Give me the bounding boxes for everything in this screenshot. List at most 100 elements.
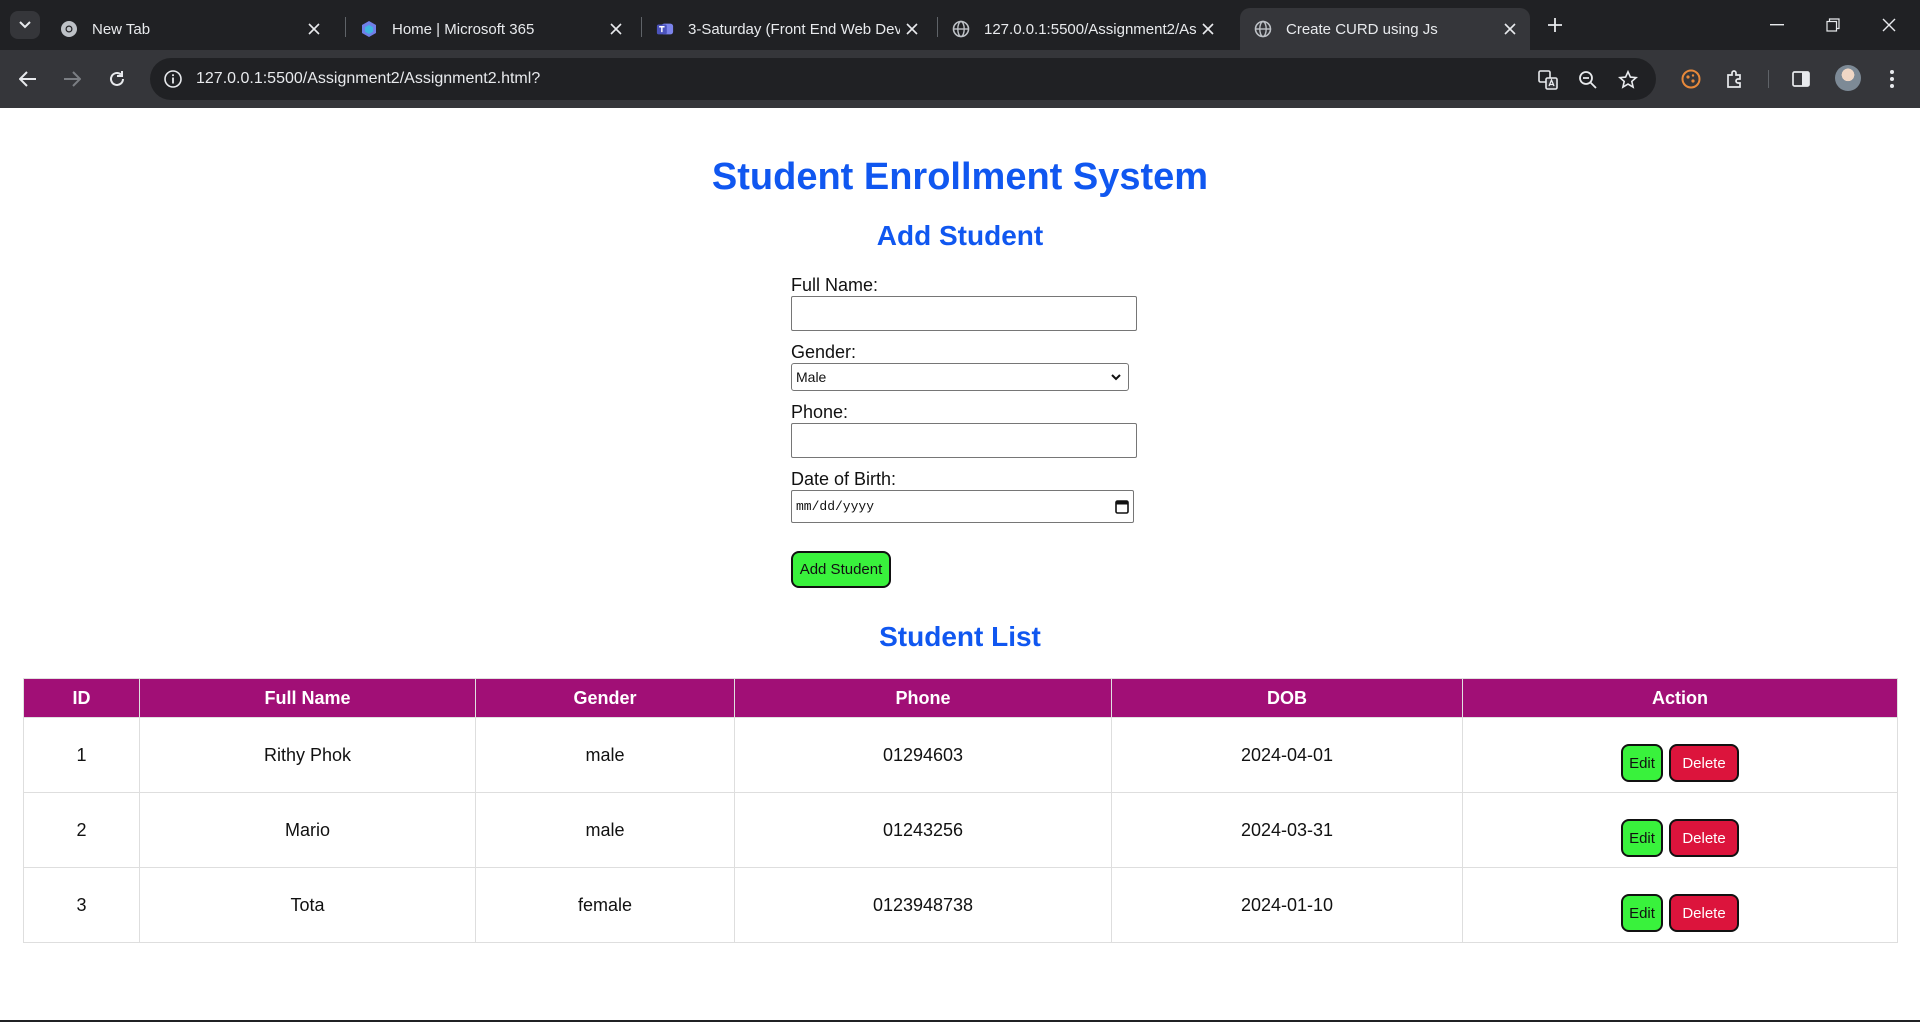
tab-create-curd[interactable]: Create CURD using Js xyxy=(1240,8,1530,50)
column-header-phone: Phone xyxy=(734,678,1112,718)
dob-label: Date of Birth: xyxy=(791,469,897,489)
cell-full-name: Tota xyxy=(139,867,476,943)
globe-icon xyxy=(1254,20,1272,38)
cell-phone: 0123948738 xyxy=(734,867,1112,943)
close-tab-icon[interactable] xyxy=(604,17,628,41)
cell-dob: 2024-04-01 xyxy=(1111,717,1463,793)
cell-full-name: Rithy Phok xyxy=(139,717,476,793)
chevron-down-icon xyxy=(1111,374,1121,381)
edit-button[interactable]: Edit xyxy=(1621,819,1663,857)
minimize-icon xyxy=(1770,24,1784,26)
tab-new-tab[interactable]: New Tab xyxy=(46,8,334,50)
zoom-out-icon[interactable] xyxy=(1576,68,1600,92)
student-table: ID Full Name Gender Phone DOB Action 1 R… xyxy=(23,678,1898,943)
delete-button[interactable]: Delete xyxy=(1669,744,1739,782)
tab-title: 3-Saturday (Front End Web Dev xyxy=(688,20,900,38)
teams-icon xyxy=(656,20,674,38)
forward-button[interactable] xyxy=(56,63,88,95)
table-row: 3 Tota female 0123948738 2024-01-10 Edit… xyxy=(23,867,1898,943)
table-row: 1 Rithy Phok male 01294603 2024-04-01 Ed… xyxy=(23,717,1898,793)
cell-gender: female xyxy=(475,867,735,943)
cell-id: 3 xyxy=(23,867,140,943)
gender-select[interactable]: Male xyxy=(791,363,1129,391)
tab-title: Home | Microsoft 365 xyxy=(392,20,535,38)
tab-title: New Tab xyxy=(92,20,151,38)
dob-placeholder: mm/dd/yyyy xyxy=(796,499,875,514)
phone-label: Phone: xyxy=(791,402,849,422)
address-bar[interactable]: 127.0.0.1:5500/Assignment2/Assignment2.h… xyxy=(150,58,1656,100)
dob-input[interactable]: mm/dd/yyyy xyxy=(791,490,1134,523)
edit-button[interactable]: Edit xyxy=(1621,744,1663,782)
cell-gender: male xyxy=(475,792,735,868)
chevron-down-icon xyxy=(19,21,31,29)
close-tab-icon[interactable] xyxy=(900,17,924,41)
back-button[interactable] xyxy=(12,63,44,95)
close-tab-icon[interactable] xyxy=(1498,17,1522,41)
side-panel-icon[interactable] xyxy=(1787,65,1815,93)
reload-icon xyxy=(110,71,124,86)
globe-icon xyxy=(952,20,970,38)
profile-avatar[interactable] xyxy=(1835,65,1861,91)
close-icon xyxy=(1882,18,1896,32)
restore-button[interactable] xyxy=(1805,0,1861,50)
close-tab-icon[interactable] xyxy=(302,17,326,41)
add-student-button[interactable]: Add Student xyxy=(791,551,891,588)
close-window-button[interactable] xyxy=(1861,0,1917,50)
url-text: 127.0.0.1:5500/Assignment2/Assignment2.h… xyxy=(196,70,541,87)
column-header-full-name: Full Name xyxy=(139,678,476,718)
cell-phone: 01294603 xyxy=(734,717,1112,793)
browser-toolbar: 127.0.0.1:5500/Assignment2/Assignment2.h… xyxy=(0,50,1920,108)
add-student-heading: Add Student xyxy=(876,220,1044,251)
cell-phone: 01243256 xyxy=(734,792,1112,868)
delete-button[interactable]: Delete xyxy=(1669,894,1739,932)
phone-input[interactable] xyxy=(791,423,1137,458)
plus-icon xyxy=(1548,18,1562,32)
cell-id: 2 xyxy=(23,792,140,868)
arrow-left-icon xyxy=(19,71,36,87)
column-header-action: Action xyxy=(1462,678,1898,718)
chrome-icon xyxy=(60,20,78,38)
tab-title: 127.0.0.1:5500/Assignment2/As xyxy=(984,20,1196,38)
full-name-input[interactable] xyxy=(791,296,1137,331)
new-tab-button[interactable] xyxy=(1540,11,1570,39)
cell-dob: 2024-03-31 xyxy=(1111,792,1463,868)
close-tab-icon[interactable] xyxy=(1196,17,1220,41)
site-info-icon[interactable] xyxy=(162,68,184,90)
column-header-id: ID xyxy=(23,678,140,718)
minimize-button[interactable] xyxy=(1749,0,1805,50)
restore-icon xyxy=(1826,18,1840,32)
bookmark-star-icon[interactable] xyxy=(1616,68,1640,92)
tab-teams[interactable]: 3-Saturday (Front End Web Dev xyxy=(642,8,932,50)
tab-strip: New Tab Home | Microsoft 365 3-Saturday … xyxy=(0,0,1920,50)
page-title: Student Enrollment System xyxy=(711,156,1209,198)
calendar-icon xyxy=(1115,500,1129,514)
tab-microsoft-365[interactable]: Home | Microsoft 365 xyxy=(346,8,636,50)
gender-label: Gender: xyxy=(791,342,857,362)
cell-gender: male xyxy=(475,717,735,793)
extensions-puzzle-icon[interactable] xyxy=(1721,65,1749,93)
column-header-dob: DOB xyxy=(1111,678,1463,718)
microsoft365-icon xyxy=(360,20,378,38)
cell-action: Edit Delete xyxy=(1462,717,1898,793)
arrow-right-icon xyxy=(64,71,81,87)
delete-button[interactable]: Delete xyxy=(1669,819,1739,857)
gender-selected-value: Male xyxy=(796,369,827,385)
cell-action: Edit Delete xyxy=(1462,867,1898,943)
reload-button[interactable] xyxy=(101,63,133,95)
cell-dob: 2024-01-10 xyxy=(1111,867,1463,943)
student-list-heading: Student List xyxy=(879,621,1041,652)
table-header-row: ID Full Name Gender Phone DOB Action xyxy=(23,678,1898,718)
tab-search-button[interactable] xyxy=(10,11,40,39)
edit-button[interactable]: Edit xyxy=(1621,894,1663,932)
page-viewport: Student Enrollment System Add Student Fu… xyxy=(0,108,1920,1020)
table-row: 2 Mario male 01243256 2024-03-31 Edit De… xyxy=(23,792,1898,868)
tab-title: Create CURD using Js xyxy=(1286,20,1438,38)
cookie-extension-icon[interactable] xyxy=(1677,65,1705,93)
chrome-menu-icon[interactable] xyxy=(1878,65,1906,93)
full-name-label: Full Name: xyxy=(791,275,879,295)
tab-assignment2[interactable]: 127.0.0.1:5500/Assignment2/As xyxy=(938,8,1228,50)
translate-icon[interactable] xyxy=(1536,68,1560,92)
cell-action: Edit Delete xyxy=(1462,792,1898,868)
cell-id: 1 xyxy=(23,717,140,793)
cell-full-name: Mario xyxy=(139,792,476,868)
